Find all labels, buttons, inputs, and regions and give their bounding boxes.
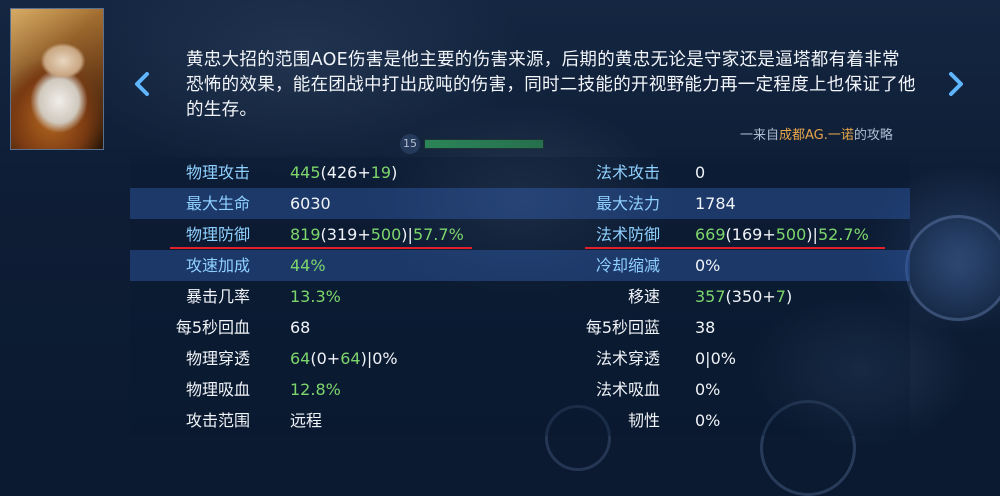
next-tip-button[interactable] [944,64,968,104]
table-row: 物理防御 819(319+500)|57.7% 法术防御 669(169+500… [130,219,910,250]
stat-value-crit-chance: 13.3% [290,287,341,306]
stat-value-magic-lifesteal: 0% [695,380,721,399]
table-row: 最大生命 6030 最大法力 1784 [130,188,910,219]
stat-label-hp-regen: 每5秒回血 [175,318,250,337]
background-skill-button [905,215,1000,321]
source-suffix: 的攻略 [853,128,893,143]
source-author-link[interactable]: 成都AG.一诺 [779,128,854,143]
table-row: 攻击范围 远程 韧性 0% [130,405,910,436]
stat-value-max-mana: 1784 [695,194,736,213]
stat-value-magic-penetration: 0|0% [695,349,736,368]
stat-value-physical-attack: 445(426+19) [290,163,398,182]
stat-label-cooldown-reduction: 冷却缩减 [595,256,660,275]
table-row: 物理穿透 64(0+64)|0% 法术穿透 0|0% [130,343,910,374]
stat-label-move-speed: 移速 [627,287,660,306]
strategy-description: 黄忠大招的范围AOE伤害是他主要的伤害来源，后期的黄忠无论是守家还是逼塔都有着非… [186,50,916,120]
stat-label-attack-speed: 攻速加成 [185,256,250,275]
source-prefix: 一来自 [740,128,780,143]
stat-label-physical-attack: 物理攻击 [185,163,250,182]
stat-value-attack-speed: 44% [290,256,326,275]
stat-label-magic-attack: 法术攻击 [595,163,660,182]
stat-value-move-speed: 357(350+7) [695,287,793,306]
chevron-left-icon [135,72,149,96]
stat-label-magic-defense: 法术防御 [595,225,660,244]
stat-value-hp-regen: 68 [290,318,311,337]
level-badge: 15 [400,134,420,154]
table-row: 物理吸血 12.8% 法术吸血 0% [130,374,910,405]
stat-value-magic-defense: 669(169+500)|52.7% [695,225,869,244]
stat-label-physical-penetration: 物理穿透 [185,349,250,368]
stat-label-mana-regen: 每5秒回蓝 [585,318,660,337]
stat-label-magic-lifesteal: 法术吸血 [595,380,660,399]
stat-label-tenacity: 韧性 [627,411,660,430]
stat-value-max-hp: 6030 [290,194,331,213]
stat-label-magic-penetration: 法术穿透 [595,349,660,368]
stat-label-max-mana: 最大法力 [595,194,660,213]
strategy-source: 一来自成都AG.一诺的攻略 [740,124,920,143]
stat-value-physical-defense: 819(319+500)|57.7% [290,225,464,244]
underline-annotation [585,247,885,249]
chevron-right-icon [949,72,963,96]
stat-value-magic-attack: 0 [695,163,706,182]
stat-label-physical-lifesteal: 物理吸血 [185,380,250,399]
stat-value-physical-lifesteal: 12.8% [290,380,341,399]
table-row: 物理攻击 445(426+19) 法术攻击 0 [130,157,910,188]
table-row: 暴击几率 13.3% 移速 357(350+7) [130,281,910,312]
hero-portrait [10,8,104,150]
stat-label-max-hp: 最大生命 [185,194,250,213]
health-bar [424,139,544,149]
underline-annotation [170,247,472,249]
stat-value-mana-regen: 38 [695,318,716,337]
stat-value-cooldown-reduction: 0% [695,256,721,275]
stat-value-attack-range: 远程 [290,411,323,430]
stat-value-physical-penetration: 64(0+64)|0% [290,349,398,368]
stat-label-crit-chance: 暴击几率 [185,287,250,306]
table-row: 每5秒回血 68 每5秒回蓝 38 [130,312,910,343]
stat-label-attack-range: 攻击范围 [185,411,250,430]
prev-tip-button[interactable] [130,64,154,104]
table-row: 攻速加成 44% 冷却缩减 0% [130,250,910,281]
stat-value-tenacity: 0% [695,411,721,430]
stat-label-physical-defense: 物理防御 [185,225,250,244]
attribute-table: 物理攻击 445(426+19) 法术攻击 0 最大生命 6030 最大法力 1… [130,157,910,436]
